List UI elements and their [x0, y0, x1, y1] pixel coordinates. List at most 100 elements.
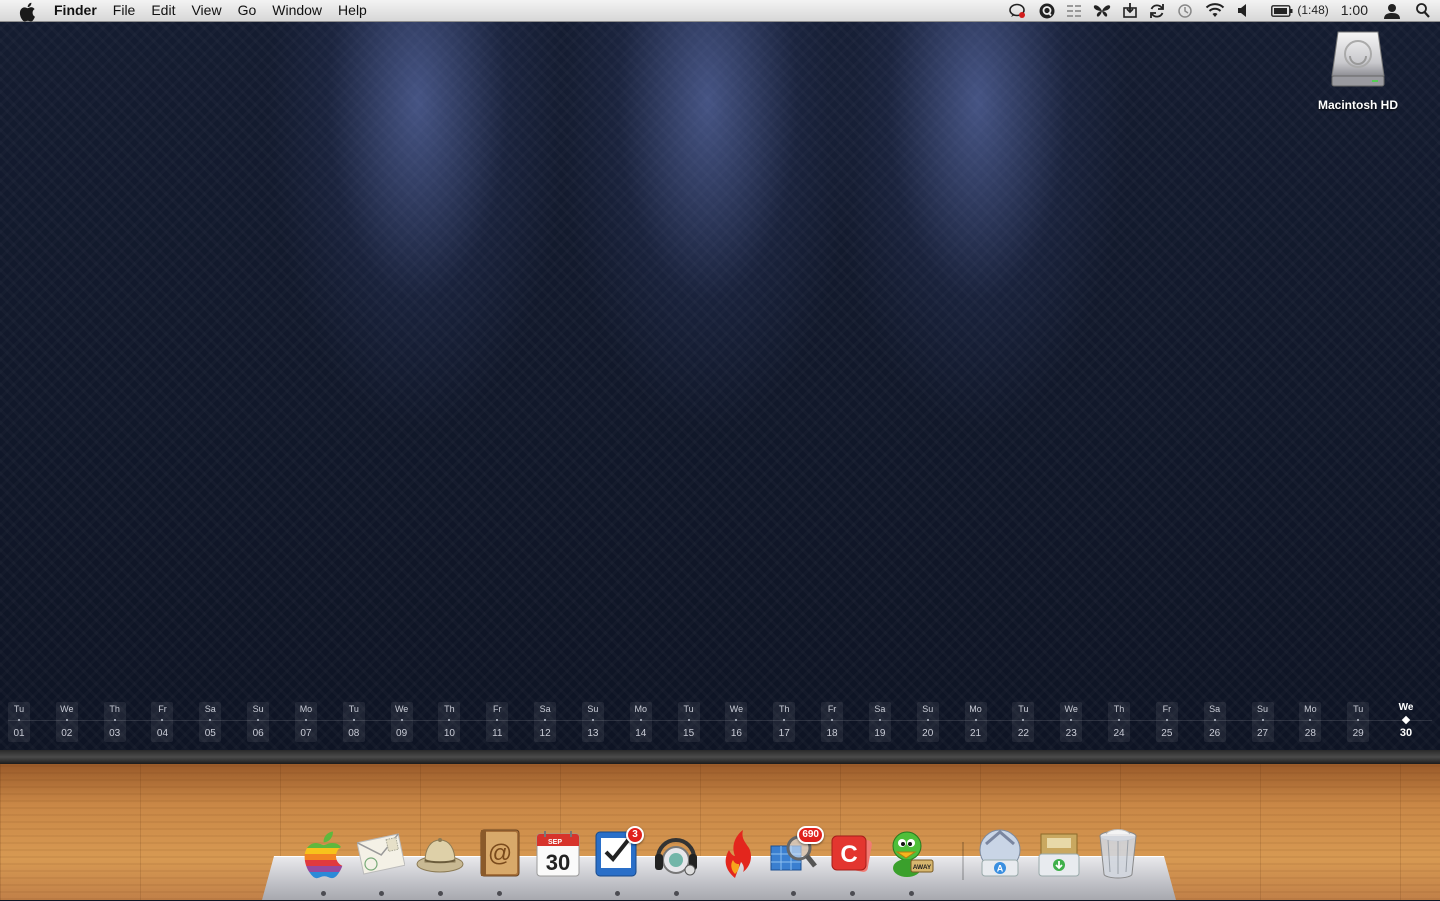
calendar-day[interactable]: Th 10	[438, 702, 461, 742]
dock-item-downloads-box[interactable]	[1032, 824, 1086, 884]
day-marker	[18, 719, 20, 721]
calendar-day[interactable]: Su 13	[581, 702, 604, 742]
calendar-day[interactable]: We 16	[725, 702, 748, 742]
calendar-day[interactable]: Sa 12	[534, 702, 557, 742]
calendar-day[interactable]: We 02	[55, 702, 78, 742]
calendar-day[interactable]: Fr 18	[821, 702, 844, 742]
day-number: 24	[1113, 728, 1125, 739]
day-number: 19	[874, 728, 886, 739]
macintosh-hd-desktop-icon[interactable]: Macintosh HD	[1306, 30, 1410, 112]
calendar-day[interactable]: Sa 19	[868, 702, 891, 742]
dock-item-network-magnifier[interactable]: 690	[766, 824, 824, 896]
battery-icon[interactable]: (1:48)	[1271, 0, 1329, 21]
day-number: 12	[539, 728, 551, 739]
download-icon[interactable]	[1123, 3, 1138, 18]
menu-edit[interactable]: Edit	[143, 0, 183, 21]
spotlight-icon[interactable]	[1416, 3, 1430, 18]
running-indicator	[379, 891, 384, 896]
day-marker	[1213, 719, 1216, 721]
running-indicator	[791, 891, 796, 896]
day-marker	[209, 719, 212, 721]
calendar-day[interactable]: Th 17	[773, 702, 796, 742]
day-number: 15	[683, 728, 695, 739]
calendar-day[interactable]: Mo 28	[1299, 702, 1322, 742]
volume-icon[interactable]	[1237, 4, 1249, 17]
calendar-day[interactable]: Mo 14	[629, 702, 652, 742]
dock-item-apple-rainbow[interactable]	[296, 824, 350, 896]
day-marker	[544, 719, 547, 721]
dock-item-calendar[interactable]: SEP 30	[531, 824, 585, 884]
day-number: 29	[1352, 728, 1364, 739]
calendar-day[interactable]: Su 06	[247, 702, 270, 742]
day-weekday: Th	[778, 704, 790, 714]
menu-file[interactable]: File	[105, 0, 144, 21]
downloads-box-icon	[1035, 824, 1083, 880]
dock-item-tasks-check[interactable]: 3	[590, 824, 644, 896]
dock-item-flame-arrow[interactable]	[708, 824, 762, 884]
menu-view[interactable]: View	[183, 0, 229, 21]
dock-item-mail-stamp[interactable]	[354, 824, 408, 896]
day-marker	[878, 719, 881, 721]
calendar-day[interactable]: Th 24	[1108, 702, 1131, 742]
running-indicator	[674, 891, 679, 896]
day-marker	[352, 719, 355, 721]
user-icon[interactable]	[1384, 3, 1400, 19]
menu-go[interactable]: Go	[230, 0, 265, 21]
calendar-day[interactable]: Su 27	[1251, 702, 1274, 742]
day-weekday: We	[1398, 702, 1414, 713]
calendar-day[interactable]: Tu 08	[342, 702, 365, 742]
hard-drive-icon[interactable]	[1330, 30, 1386, 88]
day-number: 13	[587, 728, 599, 739]
dock: @ SEP 30 3 690 C AWAY A	[262, 820, 1176, 900]
dock-item-headphones[interactable]	[649, 824, 703, 896]
calendar-day[interactable]: Th 03	[103, 702, 126, 742]
calendar-day[interactable]: We 09	[390, 702, 413, 742]
sync-icon[interactable]	[1149, 3, 1165, 19]
day-marker	[113, 719, 116, 721]
calendar-day[interactable]: Mo 07	[294, 702, 317, 742]
dock-badge: 3	[626, 826, 644, 844]
time-machine-icon[interactable]	[1177, 3, 1193, 19]
day-weekday: Sa	[539, 704, 551, 714]
apple-menu-icon[interactable]	[18, 2, 38, 22]
calendar-day[interactable]: We 23	[1060, 702, 1083, 742]
day-marker	[161, 719, 164, 721]
calendar-day[interactable]: Tu 29	[1347, 702, 1370, 742]
calendar-day[interactable]: Tu 22	[1012, 702, 1035, 742]
day-number: 16	[730, 728, 742, 739]
dock-item-red-c[interactable]: C	[825, 824, 879, 896]
calendar-day[interactable]: Fr 11	[486, 702, 509, 742]
menubar-clock[interactable]: 1:00	[1341, 0, 1368, 21]
calendar-day[interactable]: Tu 01	[8, 702, 30, 742]
calendar-day[interactable]: Mo 21	[964, 702, 987, 742]
dock-item-trash[interactable]	[1091, 824, 1145, 884]
q-icon[interactable]	[1039, 3, 1055, 19]
dock-item-safari-helmet[interactable]	[413, 824, 467, 896]
wifi-icon[interactable]	[1205, 3, 1225, 18]
calendar-day[interactable]: Fr 25	[1155, 702, 1178, 742]
calendar-day[interactable]: Fr 04	[151, 702, 174, 742]
day-marker	[1357, 719, 1360, 721]
dock-item-adium-duck[interactable]: AWAY	[884, 824, 938, 896]
calendar-day[interactable]: Su 20	[916, 702, 939, 742]
dock-item-app-store[interactable]: A	[973, 824, 1027, 884]
day-marker	[831, 719, 834, 721]
calendar-day[interactable]: Sa 26	[1203, 702, 1226, 742]
menu-app-name[interactable]: Finder	[54, 0, 105, 21]
butterfly-icon[interactable]	[1093, 4, 1111, 18]
away-sign-text: AWAY	[913, 864, 932, 871]
dock-item-address-book[interactable]: @	[472, 824, 526, 896]
menu-window[interactable]: Window	[264, 0, 330, 21]
menu-help[interactable]: Help	[330, 0, 375, 21]
day-number: 09	[396, 728, 408, 739]
list-icon[interactable]	[1067, 4, 1082, 18]
messaging-icon[interactable]	[1009, 3, 1027, 19]
calendar-day[interactable]: Sa 05	[199, 702, 222, 742]
calendar-day-today[interactable]: We 30	[1395, 702, 1417, 742]
desktop-wallpaper[interactable]	[0, 22, 1440, 755]
calendar-day[interactable]: Tu 15	[677, 702, 700, 742]
day-weekday: Th	[1113, 704, 1125, 714]
dock-badge: 690	[797, 826, 824, 844]
day-weekday: We	[60, 704, 74, 714]
day-number: 27	[1256, 728, 1269, 739]
